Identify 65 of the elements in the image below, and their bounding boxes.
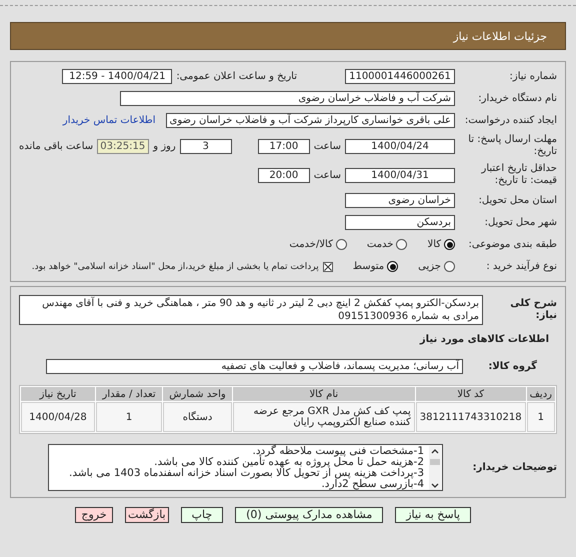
checkbox[interactable] — [322, 262, 333, 272]
radio-button[interactable] — [387, 261, 398, 272]
buyer-contact-link[interactable]: اطلاعات تماس خریدار — [62, 115, 156, 126]
days-field: 3 — [180, 138, 232, 154]
radio-button[interactable] — [444, 261, 455, 272]
column-header: نام کالا — [232, 387, 415, 401]
action-button[interactable]: پاسخ به نیاز — [395, 507, 471, 523]
column-header: کد کالا — [416, 387, 526, 401]
field-label: استان محل تحویل: — [478, 194, 557, 206]
radio-button[interactable] — [444, 239, 455, 250]
option-label: خدمت — [366, 239, 394, 250]
note-line: 3-پرداخت هزینه پس از تحویل کالا بصورت اسناد خزانه اسفندماه 1403 می باشد. — [68, 468, 424, 479]
buyer-field: شرکت آب و فاضلاب خراسان رضوی — [120, 91, 455, 106]
field-label: شهر محل تحویل: — [484, 216, 557, 228]
checkbox-label: پرداخت تمام یا بخشی از مبلغ خرید،از محل "اسناد خزانه اسلامی" خواهد بود. — [32, 262, 319, 272]
column-header: واحد شمارش — [163, 387, 232, 401]
field-label: شماره نیاز: — [508, 70, 557, 82]
field-label: توضیحات خریدار: — [472, 462, 557, 474]
field-label: طبقه بندی موضوعی: — [468, 238, 557, 250]
option-label: کالا/خدمت — [289, 239, 333, 250]
table-cell: 1400/04/28 — [21, 402, 95, 432]
action-button[interactable]: مشاهده مدارک پیوستی (0) — [235, 507, 384, 523]
description-field: بردسکن-الکترو پمپ کفکش 2 اینچ دبی 2 لیتر در ثانیه و هد 90 متر ، هماهنگی خرید و فنی با آقای مهندس مرادی به شماره 09151300936 — [19, 295, 483, 325]
table-cell: 1 — [526, 402, 555, 432]
time-field: 17:00 — [258, 138, 310, 154]
field-label: مهلت ارسال پاسخ: تا تاریخ: — [467, 134, 557, 158]
radio-button[interactable] — [336, 239, 347, 250]
option-label: کالا — [427, 239, 441, 250]
action-button[interactable]: چاپ — [180, 507, 224, 523]
column-header: تعداد / مقدار — [96, 387, 162, 401]
requester-field: علی باقری خوانساری کارپرداز شرکت آب و فاضلاب خراسان رضوی — [166, 113, 455, 128]
option-label: متوسط — [352, 261, 384, 272]
field-label: حداقل تاریخ اعتبار قیمت: تا تاریخ: — [480, 163, 557, 187]
field-label: نام دستگاه خریدار: — [477, 92, 557, 104]
remaining-time-field: 03:25:15 — [97, 138, 150, 154]
column-header: تاریخ نیاز — [21, 387, 95, 401]
field-label: شرح کلی نیاز: — [509, 298, 557, 322]
table-cell: پمپ کف کش مدل GXR مرجع عرضه کننده صنایع الکتروپمپ رایان — [232, 402, 415, 432]
field-label: ساعت باقی مانده — [19, 140, 94, 152]
option-label: جزیی — [418, 261, 441, 272]
field-label: ایجاد کننده درخواست: — [464, 114, 557, 126]
column-header: ردیف — [526, 387, 555, 401]
radio-button[interactable] — [396, 239, 408, 250]
field-label: تاریخ و ساعت اعلان عمومی: — [176, 71, 297, 82]
exit-button[interactable]: خروج — [75, 507, 114, 523]
province-field: خراسان رضوی — [345, 193, 455, 208]
table-cell: 1 — [96, 402, 162, 432]
section-title: اطلاعات کالاهای مورد نیاز — [420, 334, 550, 345]
table-cell: 3812111743310218 — [416, 402, 526, 432]
exit-button[interactable]: بازگشت — [125, 507, 169, 523]
table-cell: دستگاه — [163, 402, 232, 432]
field-label: گروه کالا: — [487, 360, 538, 372]
time-field: 20:00 — [258, 168, 310, 182]
date-field: 1400/04/24 — [345, 138, 455, 154]
date-field: 1400/04/31 — [345, 168, 455, 182]
section-title: جزئیات اطلاعات نیاز — [453, 30, 547, 42]
field-label: روز و — [153, 140, 176, 152]
field-label: ساعت — [314, 140, 341, 152]
city-field: بردسکن — [345, 215, 455, 230]
need-number-field: 1100001446000261 — [345, 69, 455, 84]
date-time-field: 1400/04/21 - 12:59 — [62, 69, 172, 84]
note-line: 4-بازرسی سطح 2دارد. — [320, 479, 424, 490]
field-label: نوع فرآیند خرید : — [485, 260, 557, 272]
field-label: ساعت — [314, 170, 341, 180]
goods-group-field: آب رسانی؛ مدیریت پسماند، فاضلاب و فعالیت های تصفیه — [46, 359, 463, 374]
